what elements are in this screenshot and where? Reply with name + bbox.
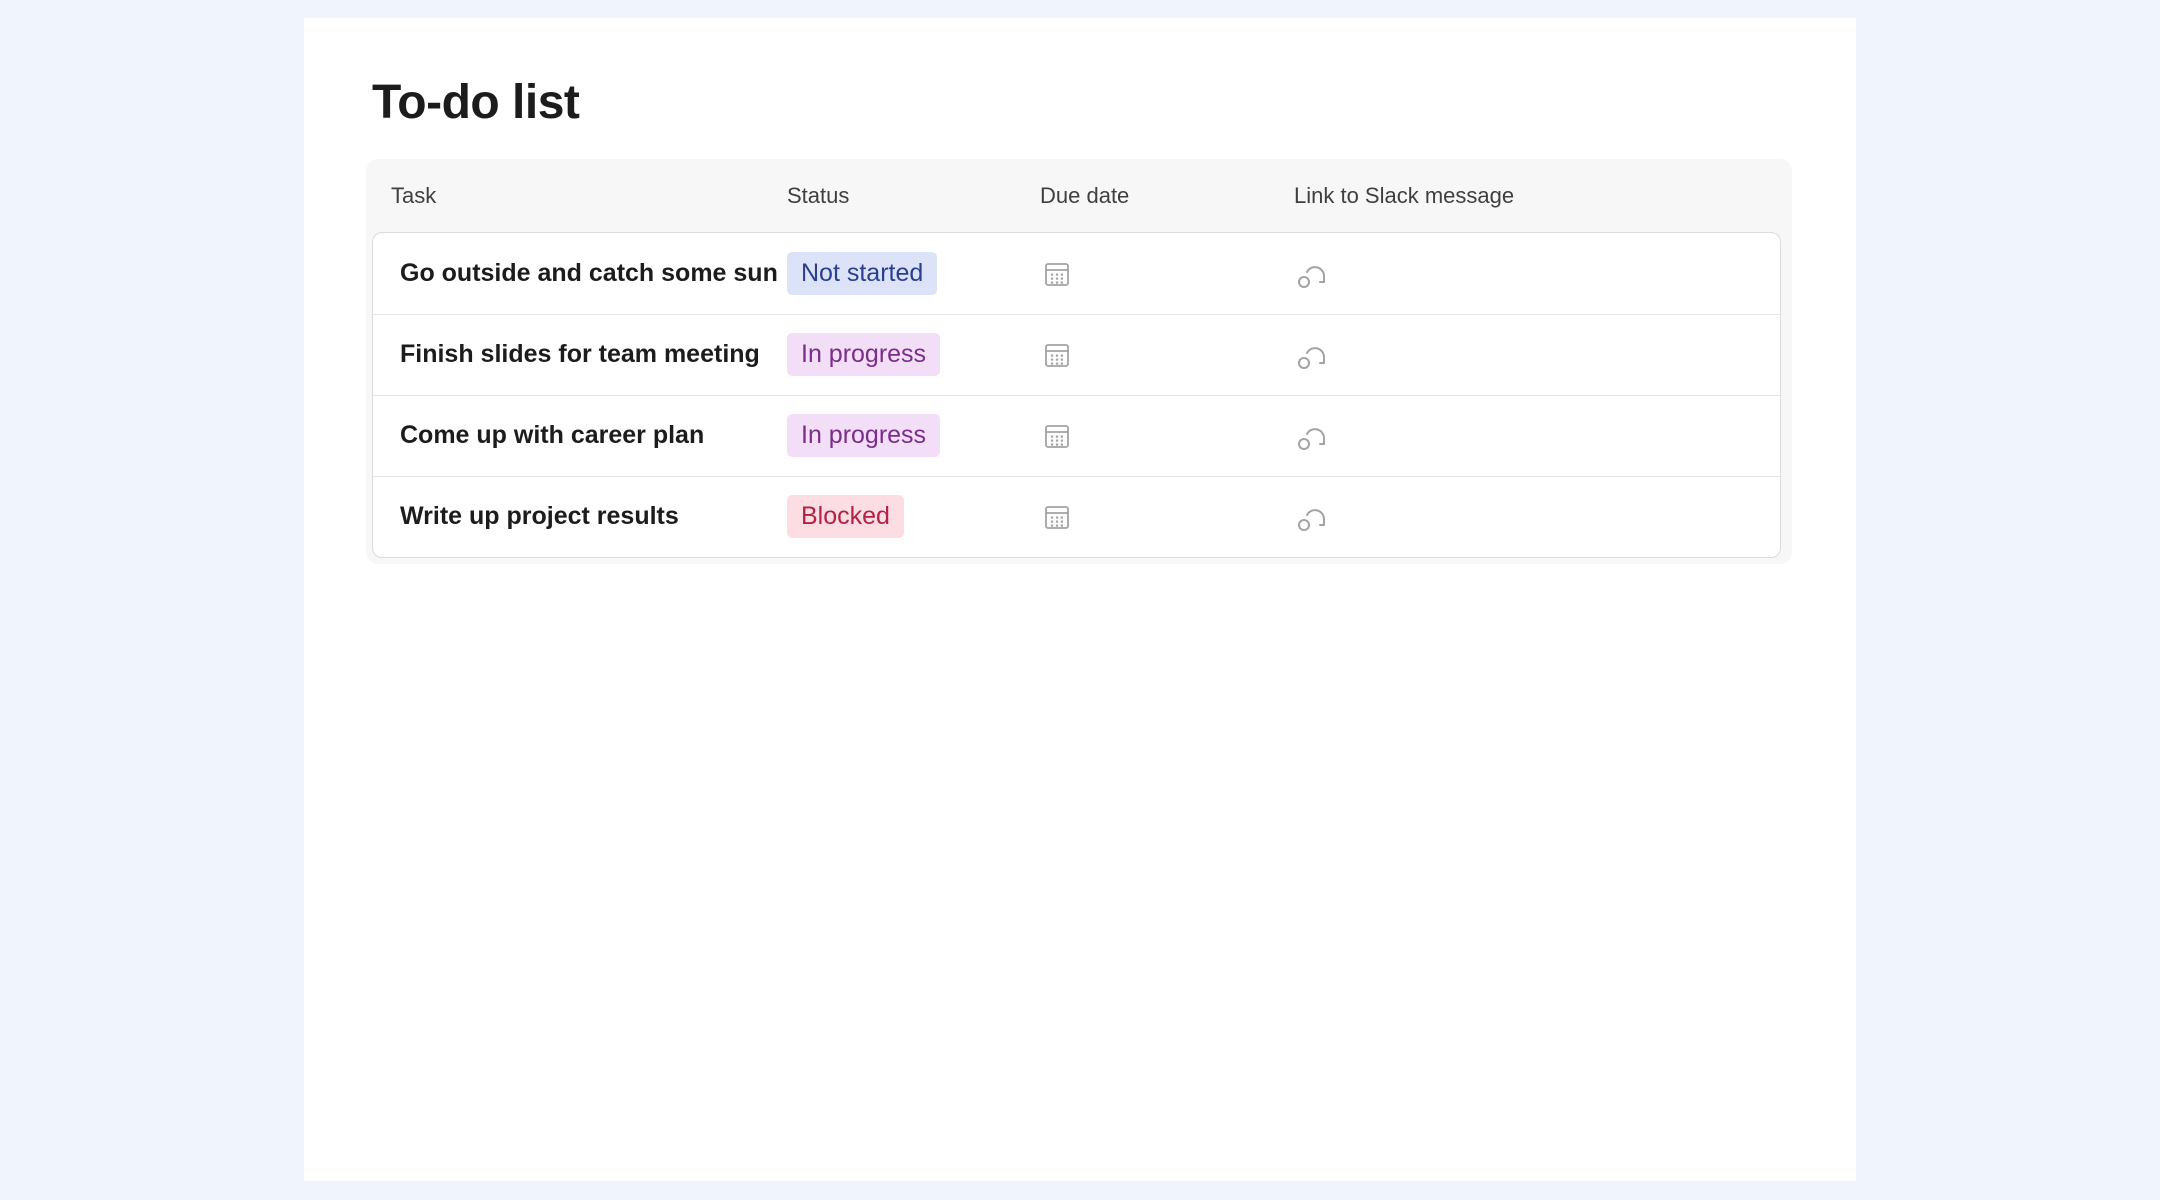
column-header-task[interactable]: Task [391,159,436,233]
column-header-due-date[interactable]: Due date [1040,159,1129,233]
table-row[interactable]: Finish slides for team meeting In progre… [373,314,1780,396]
calendar-icon[interactable] [1041,420,1073,452]
list-canvas: To-do list Task Status Due date Link to … [304,18,1856,1181]
calendar-icon[interactable] [1041,258,1073,290]
table-header: Task Status Due date Link to Slack messa… [366,159,1792,233]
status-badge[interactable]: In progress [787,413,941,458]
table-row[interactable]: Go outside and catch some sun Not starte… [373,233,1780,315]
table-row[interactable]: Write up project results Blocked [373,476,1780,557]
slack-message-link-icon[interactable] [1296,420,1328,452]
calendar-icon[interactable] [1041,501,1073,533]
table-row[interactable]: Come up with career plan In progress [373,395,1780,477]
page-title: To-do list [372,76,580,129]
task-name[interactable]: Write up project results [400,502,679,531]
slack-message-link-icon[interactable] [1296,339,1328,371]
table-body: Go outside and catch some sun Not starte… [372,232,1781,558]
column-header-slack-link[interactable]: Link to Slack message [1294,159,1514,233]
status-badge[interactable]: In progress [787,332,941,377]
task-name[interactable]: Go outside and catch some sun [400,259,778,288]
todo-list-table: Task Status Due date Link to Slack messa… [366,159,1792,564]
slack-message-link-icon[interactable] [1296,258,1328,290]
task-name[interactable]: Come up with career plan [400,421,704,450]
calendar-icon[interactable] [1041,339,1073,371]
status-badge[interactable]: Blocked [787,494,904,539]
task-name[interactable]: Finish slides for team meeting [400,340,760,369]
column-header-status[interactable]: Status [787,159,849,233]
slack-message-link-icon[interactable] [1296,501,1328,533]
status-badge[interactable]: Not started [787,251,938,296]
